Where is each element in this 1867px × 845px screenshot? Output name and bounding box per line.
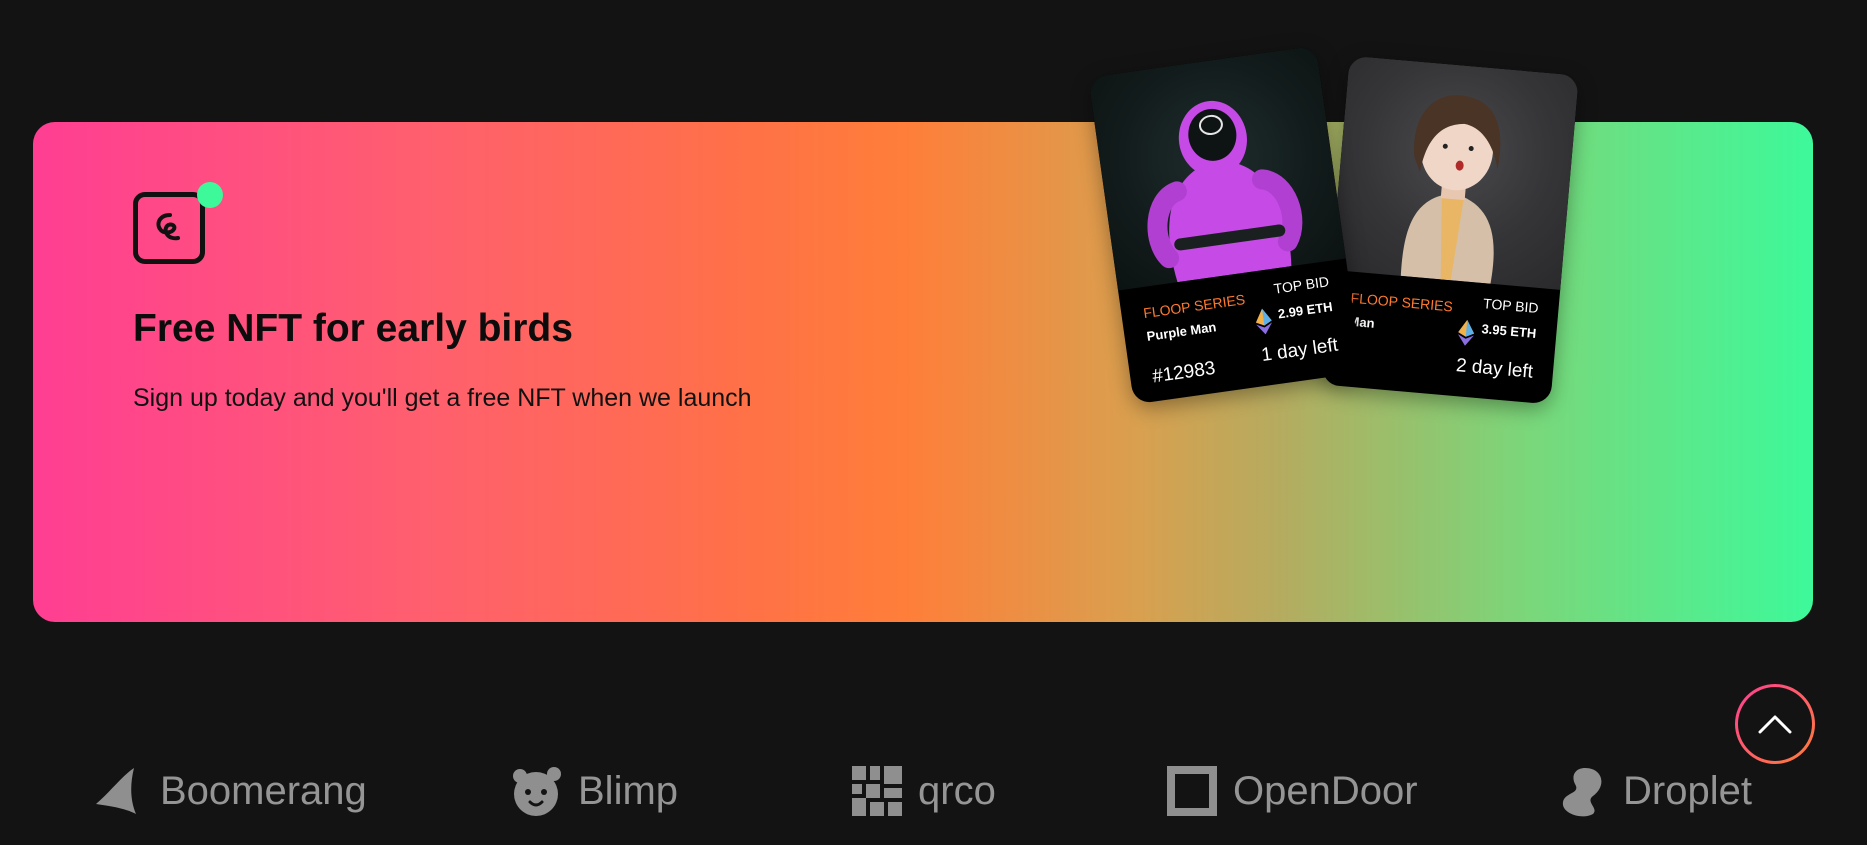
token-id: #12983 (1150, 357, 1217, 388)
brand-logo (133, 182, 223, 272)
top-bid-label: TOP BID (1272, 273, 1330, 297)
brand-opendoor: OpenDoor (1165, 756, 1418, 826)
logo-frame (133, 192, 205, 264)
brand-droplet: Droplet (1555, 756, 1752, 826)
opendoor-icon (1167, 766, 1217, 816)
brand-qrco: qrco (850, 756, 996, 826)
time-left: 2 day left (1455, 355, 1534, 383)
brand-name: Droplet (1623, 768, 1752, 813)
brand-blimp: Blimp (510, 756, 678, 826)
swirl-logo-icon (156, 213, 180, 241)
brand-name: qrco (918, 768, 996, 813)
promo-subtitle: Sign up today and you'll get a free NFT … (133, 384, 752, 412)
notification-dot (197, 182, 223, 208)
promo-title: Free NFT for early birds (133, 307, 573, 350)
droplet-icon (1562, 768, 1602, 817)
qrco-icon (852, 766, 902, 816)
boomerang-icon (96, 768, 136, 814)
nft-series: FLOOP SERIES (1142, 291, 1247, 322)
brand-boomerang: Boomerang (92, 756, 367, 826)
brand-name: Boomerang (160, 768, 367, 813)
top-bid-value: 2.99 ETH (1276, 298, 1334, 322)
brand-name: Blimp (578, 768, 679, 813)
nft-card[interactable]: FLOOP SERIES Purple Man TOP BID 2.99 ETH… (1088, 45, 1362, 405)
chevron-up-icon (1758, 715, 1792, 734)
blimp-icon (513, 767, 561, 816)
time-left: 1 day left (1259, 334, 1340, 367)
nft-series: FLOOP SERIES (1350, 289, 1454, 315)
scroll-to-top-button[interactable] (1735, 684, 1815, 764)
nft-image (1088, 45, 1346, 291)
purple-man-illustration (1147, 100, 1303, 283)
nft-name: Purple Man (1145, 319, 1218, 344)
top-bid-label: TOP BID (1482, 295, 1540, 316)
top-bid-value: 3.95 ETH (1480, 321, 1537, 341)
ethereum-icon (1457, 319, 1475, 346)
ethereum-icon (1255, 308, 1273, 335)
doll-figure-illustration (1400, 95, 1501, 284)
nft-card[interactable]: FLOOP SERIES Man TOP BID 3.95 ETH 2 day … (1321, 55, 1579, 405)
scroll-to-top-inner (1738, 687, 1812, 761)
brand-name: OpenDoor (1233, 768, 1418, 813)
nft-image (1331, 55, 1579, 290)
